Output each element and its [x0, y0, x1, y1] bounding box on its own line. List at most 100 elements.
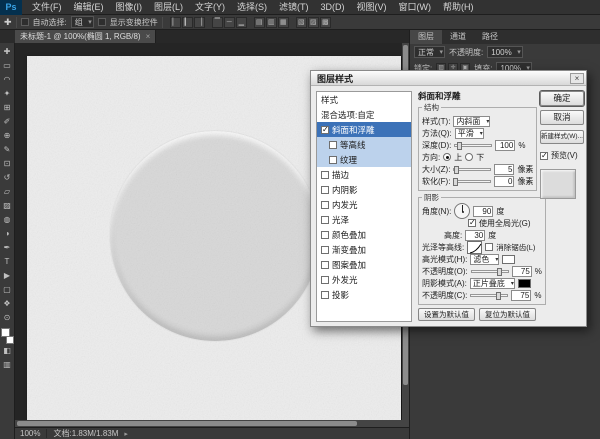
- technique-dropdown[interactable]: 平滑▾: [455, 128, 484, 139]
- blend-mode-dropdown[interactable]: 正常▾: [414, 46, 445, 58]
- marquee-tool-icon[interactable]: ▭: [1, 59, 14, 73]
- menu-edit[interactable]: 编辑(E): [68, 0, 110, 15]
- ok-button[interactable]: 确定: [540, 91, 584, 106]
- checkbox-icon[interactable]: [321, 171, 329, 179]
- style-item-inner-glow[interactable]: 内发光: [317, 197, 411, 212]
- altitude-value-field[interactable]: 30: [465, 230, 485, 241]
- set-default-button[interactable]: 设置为默认值: [418, 308, 475, 321]
- quick-mask-icon[interactable]: ◧: [1, 344, 14, 358]
- menu-file[interactable]: 文件(F): [26, 0, 68, 15]
- distribute-icon[interactable]: ▨: [308, 17, 319, 28]
- checkbox-icon[interactable]: [321, 126, 329, 134]
- global-light-checkbox[interactable]: [468, 219, 476, 227]
- opacity-dropdown[interactable]: 100%▾: [487, 46, 522, 58]
- align-right-icon[interactable]: ▕: [194, 17, 205, 28]
- horizontal-scrollbar-thumb[interactable]: [17, 421, 357, 426]
- menu-filter[interactable]: 滤镜(T): [273, 0, 315, 15]
- style-item-styles[interactable]: 样式: [317, 92, 411, 107]
- highlight-opacity-thumb[interactable]: [497, 268, 502, 276]
- distribute-icon[interactable]: ▤: [254, 17, 265, 28]
- style-item-texture[interactable]: 纹理: [317, 152, 411, 167]
- shadow-opacity-field[interactable]: 75: [511, 290, 531, 301]
- lasso-tool-icon[interactable]: ◠: [1, 73, 14, 87]
- align-hcenter-icon[interactable]: ▎: [182, 17, 193, 28]
- shadow-color-swatch[interactable]: [518, 279, 531, 288]
- blur-tool-icon[interactable]: ◍: [1, 213, 14, 227]
- gloss-contour-picker[interactable]: [467, 241, 482, 254]
- menu-view[interactable]: 视图(V): [351, 0, 393, 15]
- size-value-field[interactable]: 5: [494, 164, 514, 175]
- type-tool-icon[interactable]: T: [1, 255, 14, 269]
- menu-select[interactable]: 选择(S): [231, 0, 273, 15]
- depth-slider-thumb[interactable]: [457, 142, 462, 150]
- depth-value-field[interactable]: 100: [495, 140, 515, 151]
- clone-stamp-tool-icon[interactable]: ⊡: [1, 157, 14, 171]
- new-style-button[interactable]: 新建样式(W)...: [540, 130, 584, 144]
- checkbox-icon[interactable]: [329, 141, 337, 149]
- highlight-color-swatch[interactable]: [502, 255, 515, 264]
- checkbox-icon[interactable]: [321, 231, 329, 239]
- style-item-bevel-emboss[interactable]: 斜面和浮雕: [317, 122, 411, 137]
- checkbox-icon[interactable]: [321, 261, 329, 269]
- checkbox-icon[interactable]: [321, 276, 329, 284]
- shadow-mode-dropdown[interactable]: 正片叠底▾: [470, 278, 515, 289]
- eyedropper-tool-icon[interactable]: ✐: [1, 115, 14, 129]
- show-transform-checkbox[interactable]: [98, 18, 106, 26]
- close-icon[interactable]: ×: [570, 73, 584, 84]
- brush-tool-icon[interactable]: ✎: [1, 143, 14, 157]
- checkbox-icon[interactable]: [321, 246, 329, 254]
- style-item-gradient-overlay[interactable]: 渐变叠加: [317, 242, 411, 257]
- align-left-icon[interactable]: ▏: [170, 17, 181, 28]
- checkbox-icon[interactable]: [321, 186, 329, 194]
- auto-select-dropdown[interactable]: 组▾: [71, 16, 94, 28]
- tab-channels[interactable]: 通道: [442, 30, 474, 44]
- crop-tool-icon[interactable]: ⊞: [1, 101, 14, 115]
- pen-tool-icon[interactable]: ✒: [1, 241, 14, 255]
- soften-slider[interactable]: [453, 177, 491, 186]
- align-bottom-icon[interactable]: ▁: [236, 17, 247, 28]
- zoom-tool-icon[interactable]: ⊙: [1, 311, 14, 325]
- style-item-drop-shadow[interactable]: 投影: [317, 287, 411, 302]
- cancel-button[interactable]: 取消: [540, 110, 584, 125]
- soften-slider-thumb[interactable]: [453, 178, 458, 186]
- quick-selection-tool-icon[interactable]: ✦: [1, 87, 14, 101]
- tab-paths[interactable]: 路径: [474, 30, 506, 44]
- menu-layer[interactable]: 图层(L): [148, 0, 189, 15]
- status-popup-arrow-icon[interactable]: ▸: [124, 430, 128, 438]
- direction-up-radio[interactable]: [443, 153, 451, 161]
- checkbox-icon[interactable]: [321, 216, 329, 224]
- shadow-opacity-slider[interactable]: [470, 291, 508, 300]
- menu-help[interactable]: 帮助(H): [437, 0, 480, 15]
- checkbox-icon[interactable]: [329, 156, 337, 164]
- horizontal-scrollbar[interactable]: [15, 420, 402, 427]
- screen-mode-icon[interactable]: ▥: [1, 358, 14, 372]
- distribute-icon[interactable]: ▦: [278, 17, 289, 28]
- hand-tool-icon[interactable]: ❖: [1, 297, 14, 311]
- soften-value-field[interactable]: 0: [494, 176, 514, 187]
- auto-select-checkbox[interactable]: [21, 18, 29, 26]
- highlight-opacity-field[interactable]: 75: [512, 266, 532, 277]
- dialog-title-bar[interactable]: 图层样式 ×: [311, 71, 586, 86]
- angle-value-field[interactable]: 90: [473, 206, 493, 217]
- checkbox-icon[interactable]: [321, 201, 329, 209]
- preview-checkbox[interactable]: [540, 152, 548, 160]
- reset-default-button[interactable]: 复位为默认值: [479, 308, 536, 321]
- bevel-style-dropdown[interactable]: 内斜面▾: [453, 116, 490, 127]
- style-item-stroke[interactable]: 描边: [317, 167, 411, 182]
- tab-layers[interactable]: 图层: [410, 30, 442, 44]
- dodge-tool-icon[interactable]: ◑: [1, 227, 14, 241]
- style-item-blending-options[interactable]: 混合选项:自定: [317, 107, 411, 122]
- style-item-pattern-overlay[interactable]: 图案叠加: [317, 257, 411, 272]
- move-tool-icon[interactable]: ✚: [1, 45, 14, 59]
- distribute-icon[interactable]: ▧: [296, 17, 307, 28]
- document-size-info[interactable]: 文档:1.83M/1.83M: [53, 428, 118, 439]
- highlight-mode-dropdown[interactable]: 滤色▾: [470, 254, 499, 265]
- size-slider-thumb[interactable]: [454, 166, 459, 174]
- distribute-icon[interactable]: ▥: [266, 17, 277, 28]
- shadow-opacity-thumb[interactable]: [496, 292, 501, 300]
- style-item-satin[interactable]: 光泽: [317, 212, 411, 227]
- menu-window[interactable]: 窗口(W): [393, 0, 438, 15]
- zoom-level-field[interactable]: 100%: [20, 429, 47, 438]
- depth-slider[interactable]: [454, 141, 492, 150]
- document-tab[interactable]: 未标题-1 @ 100%(椭圆 1, RGB/8) ×: [15, 30, 156, 43]
